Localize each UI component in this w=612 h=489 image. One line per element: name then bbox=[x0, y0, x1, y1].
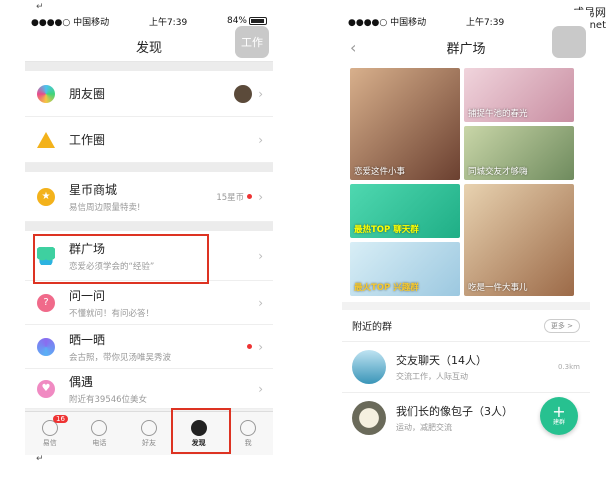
star-coin-count: 15星币 bbox=[216, 191, 253, 203]
row-subtitle: 会古照，带你见汤唯吴秀波 bbox=[69, 352, 172, 363]
star-icon: ★ bbox=[37, 187, 55, 206]
page-title: 群广场 bbox=[446, 41, 486, 57]
heart-icon: ♥ bbox=[37, 379, 55, 398]
nearby-header: 附近的群 更多 > bbox=[342, 302, 590, 341]
tile-love[interactable]: 恋爱这件小事 bbox=[350, 68, 460, 180]
highlight-group-plaza bbox=[33, 234, 209, 284]
group-name: 交友聊天（14人） bbox=[396, 354, 487, 367]
row-title: 朋友圈 bbox=[69, 87, 106, 101]
status-time: 上午7:39 bbox=[148, 17, 188, 28]
tab-phone[interactable]: 电话 bbox=[75, 412, 125, 455]
group-plaza-screen: ●●●●○ 中国移动 上午7:39 ‹ 群广场 恋爱这件小事 捕捉午池的春光 同… bbox=[342, 10, 590, 455]
chevron-right-icon: › bbox=[258, 381, 263, 396]
tile-hot-interest[interactable]: 最火TOP 兴趣群 bbox=[350, 242, 460, 296]
tab-bar: 易信 16 电话 好友 发现 我 bbox=[25, 411, 273, 455]
row-title: 问一问 bbox=[69, 288, 106, 303]
battery-indicator: 84% bbox=[227, 16, 267, 26]
red-dot-icon bbox=[247, 194, 253, 199]
group-desc: 交流工作，人际互动 bbox=[396, 372, 468, 381]
floating-button[interactable] bbox=[552, 26, 586, 58]
highlight-discover-tab bbox=[171, 408, 231, 454]
tab-friends[interactable]: 好友 bbox=[124, 412, 174, 455]
tile-spring[interactable]: 捕捉午池的春光 bbox=[464, 68, 574, 122]
group-distance: 0.3km bbox=[557, 363, 580, 371]
tile-food[interactable]: 吃是一件大事儿 bbox=[464, 184, 574, 296]
discover-screen: ●●●●○ 中国移动 上午7:39 84% 发现 工作 朋友圈 › 工作圈 › … bbox=[25, 10, 273, 455]
me-icon bbox=[240, 419, 257, 436]
avatar bbox=[234, 84, 253, 103]
row-subtitle: 易信周边限量特卖! bbox=[69, 202, 141, 213]
unread-badge: 16 bbox=[53, 415, 68, 423]
row-work-circle[interactable]: 工作圈 › bbox=[25, 117, 273, 163]
row-subtitle: 附近有39546位美女 bbox=[69, 394, 148, 405]
tile-local-friends[interactable]: 同城交友才够嗨 bbox=[464, 126, 574, 180]
chevron-right-icon: › bbox=[258, 132, 263, 147]
chevron-right-icon: › bbox=[258, 295, 263, 310]
nav-bar: 发现 工作 bbox=[25, 26, 273, 62]
shutter-icon bbox=[37, 337, 55, 356]
work-circle-icon bbox=[37, 131, 55, 148]
row-star-mall[interactable]: ★ 星币商城 易信周边限量特卖! 15星币 › bbox=[25, 172, 273, 222]
back-chevron-icon[interactable]: ‹ bbox=[350, 38, 356, 57]
nav-bar: ‹ 群广场 bbox=[342, 26, 590, 62]
carrier-label: ●●●●○ 中国移动 bbox=[31, 17, 110, 28]
tile-hot-chat[interactable]: 最热TOP 聊天群 bbox=[350, 184, 460, 238]
paragraph-mark: ↵ bbox=[36, 454, 44, 464]
red-dot-icon bbox=[247, 344, 253, 349]
chevron-right-icon: › bbox=[258, 248, 263, 263]
row-title: 偶遇 bbox=[69, 374, 94, 389]
row-moments[interactable]: 朋友圈 › bbox=[25, 71, 273, 117]
battery-icon bbox=[249, 16, 267, 25]
question-icon: ? bbox=[37, 293, 55, 312]
work-floating-button[interactable]: 工作 bbox=[235, 26, 269, 58]
create-group-button[interactable]: + 建群 bbox=[540, 397, 578, 435]
section-title: 附近的群 bbox=[352, 322, 392, 333]
page-title: 发现 bbox=[135, 41, 162, 56]
phone-icon bbox=[91, 419, 108, 436]
row-title: 晒一晒 bbox=[69, 332, 106, 347]
carrier-label: ●●●●○ 中国移动 bbox=[348, 17, 427, 28]
status-time: 上午7:39 bbox=[465, 17, 505, 28]
person-icon bbox=[140, 419, 157, 436]
more-button[interactable]: 更多 > bbox=[543, 318, 580, 333]
row-title: 星币商城 bbox=[69, 182, 118, 197]
group-tiles: 恋爱这件小事 捕捉午池的春光 同城交友才够嗨 最热TOP 聊天群 吃是一件大事儿… bbox=[342, 62, 590, 302]
row-encounter[interactable]: ♥ 偶遇 附近有39546位美女 › bbox=[25, 369, 273, 409]
chevron-right-icon: › bbox=[258, 189, 263, 204]
row-title: 工作圈 bbox=[69, 133, 106, 147]
moments-icon bbox=[37, 84, 55, 103]
tab-yixin[interactable]: 易信 16 bbox=[25, 412, 75, 455]
row-share[interactable]: 晒一晒 会古照，带你见汤唯吴秀波 › bbox=[25, 325, 273, 369]
plus-icon: + bbox=[552, 402, 566, 421]
chevron-right-icon: › bbox=[258, 339, 263, 354]
row-subtitle: 不懂就问！有问必答！ bbox=[69, 308, 155, 319]
chevron-right-icon: › bbox=[258, 86, 263, 101]
group-avatar bbox=[352, 350, 386, 384]
group-item[interactable]: 交友聊天（14人） 交流工作，人际互动 0.3km bbox=[342, 341, 590, 392]
group-avatar bbox=[352, 401, 386, 435]
row-ask[interactable]: ? 问一问 不懂就问！有问必答！ › bbox=[25, 281, 273, 325]
